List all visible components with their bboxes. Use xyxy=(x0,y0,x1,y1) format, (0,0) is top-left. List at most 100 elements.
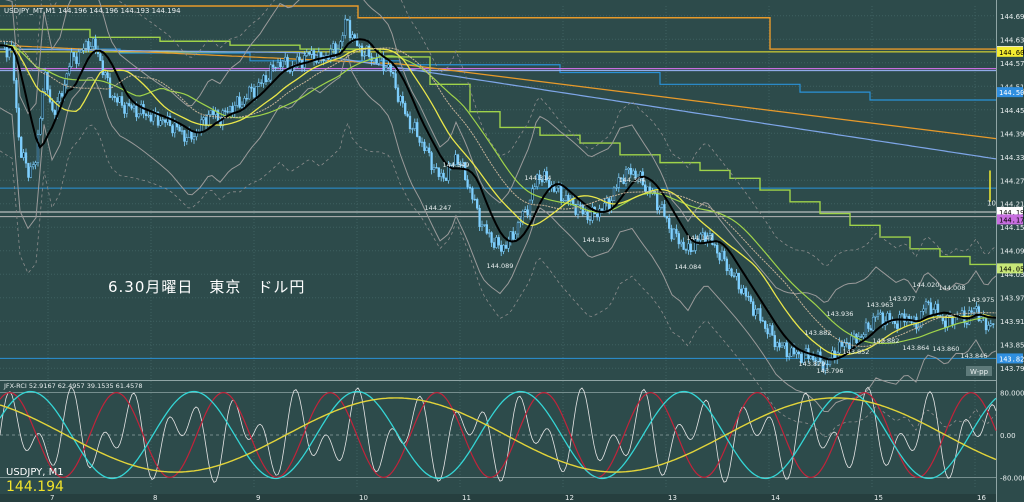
candle-body xyxy=(149,114,152,122)
candle-body xyxy=(231,106,234,114)
candle-body xyxy=(735,272,738,277)
candle-body xyxy=(718,252,721,261)
candle-body xyxy=(164,119,167,123)
candle-body xyxy=(432,167,436,170)
candle-body xyxy=(22,152,25,158)
candle-body xyxy=(84,41,88,49)
candle-body xyxy=(348,20,352,39)
candle-body xyxy=(60,93,64,97)
candle-body xyxy=(927,301,930,303)
candle-body xyxy=(200,119,203,134)
candle-body xyxy=(886,313,889,322)
candle-body xyxy=(58,93,61,102)
candle-body xyxy=(180,130,184,132)
candle-body xyxy=(236,96,239,106)
candle-body xyxy=(396,87,400,102)
candle-body xyxy=(212,110,215,115)
candle-body xyxy=(788,355,791,358)
price-tick-label: 143.795 xyxy=(1000,365,1024,373)
candle-body xyxy=(898,314,901,329)
candle-body xyxy=(267,79,270,83)
candle-body xyxy=(761,320,764,322)
candle-body xyxy=(161,119,164,122)
candle-body xyxy=(713,244,716,246)
candle-body xyxy=(780,345,784,348)
candle-body xyxy=(989,323,992,326)
candle-body xyxy=(113,96,116,98)
candle-body xyxy=(173,122,176,134)
candle-body xyxy=(612,187,616,201)
candle-body xyxy=(922,308,925,312)
candle-body xyxy=(310,50,313,55)
candle-body xyxy=(500,244,503,252)
candle-body xyxy=(303,55,306,68)
candle-body xyxy=(41,91,44,119)
price-annotation: 143.977 xyxy=(889,295,916,303)
candle-body xyxy=(344,18,347,36)
candle-body xyxy=(680,241,683,245)
candle-body xyxy=(778,342,781,348)
candle-body xyxy=(660,204,664,208)
candle-body xyxy=(903,313,906,323)
candle-body xyxy=(413,122,416,129)
candle-body xyxy=(8,49,11,58)
candle-body xyxy=(123,105,126,114)
candle-body xyxy=(34,162,37,165)
candle-body xyxy=(274,67,277,69)
candle-body xyxy=(240,103,244,108)
osc-level-label: 80.0000 xyxy=(1000,390,1024,398)
candle-body xyxy=(792,347,796,355)
candle-body xyxy=(276,62,280,69)
candle-body xyxy=(82,47,85,51)
candle-body xyxy=(684,249,688,251)
candle-body xyxy=(670,228,673,240)
price-tick-label: 144.575 xyxy=(1000,60,1024,68)
candle-body xyxy=(192,136,196,140)
price-chart: 144.695144.635144.575144.515144.455144.3… xyxy=(0,0,1024,502)
candle-body xyxy=(51,101,54,111)
chart-window: 144.695144.635144.575144.515144.455144.3… xyxy=(0,0,1024,502)
candle-body xyxy=(322,59,325,61)
candle-body xyxy=(764,320,767,329)
osc-level-label: -80.0000 xyxy=(1000,474,1024,482)
candle-body xyxy=(339,41,342,50)
candle-body xyxy=(384,67,388,71)
candle-body xyxy=(483,224,486,226)
candle-body xyxy=(360,45,364,57)
candle-body xyxy=(663,204,666,217)
candle-body xyxy=(272,64,275,68)
candle-body xyxy=(658,207,661,211)
candle-body xyxy=(308,52,311,55)
candle-body xyxy=(584,211,587,215)
candle-body xyxy=(476,199,479,209)
candle-body xyxy=(507,240,510,249)
candle-body xyxy=(365,45,368,56)
candle-body xyxy=(24,152,28,164)
candle-body xyxy=(128,103,131,106)
candle-body xyxy=(975,306,978,309)
candle-body xyxy=(879,312,882,315)
candle-body xyxy=(159,120,162,126)
time-tick-label: 16 xyxy=(977,494,986,502)
candle-body xyxy=(416,122,419,137)
wpp-label: W-pp xyxy=(970,368,989,376)
candle-body xyxy=(740,288,743,294)
candle-body xyxy=(860,336,863,338)
candle-body xyxy=(80,49,83,53)
candle-body xyxy=(754,309,757,316)
candle-body xyxy=(262,75,265,84)
candle-body xyxy=(317,51,320,63)
candle-body xyxy=(15,80,18,109)
candle-body xyxy=(471,188,474,200)
candle-body xyxy=(341,35,344,42)
price-tag-label: 144.603 xyxy=(999,49,1024,57)
candle-body xyxy=(284,56,287,62)
candle-body xyxy=(495,237,498,248)
candle-body xyxy=(485,224,488,234)
candle-body xyxy=(363,55,366,57)
candle-body xyxy=(226,111,229,113)
candle-body xyxy=(632,170,635,175)
candle-body xyxy=(329,48,332,60)
candle-body xyxy=(53,110,56,115)
candle-body xyxy=(687,243,690,251)
